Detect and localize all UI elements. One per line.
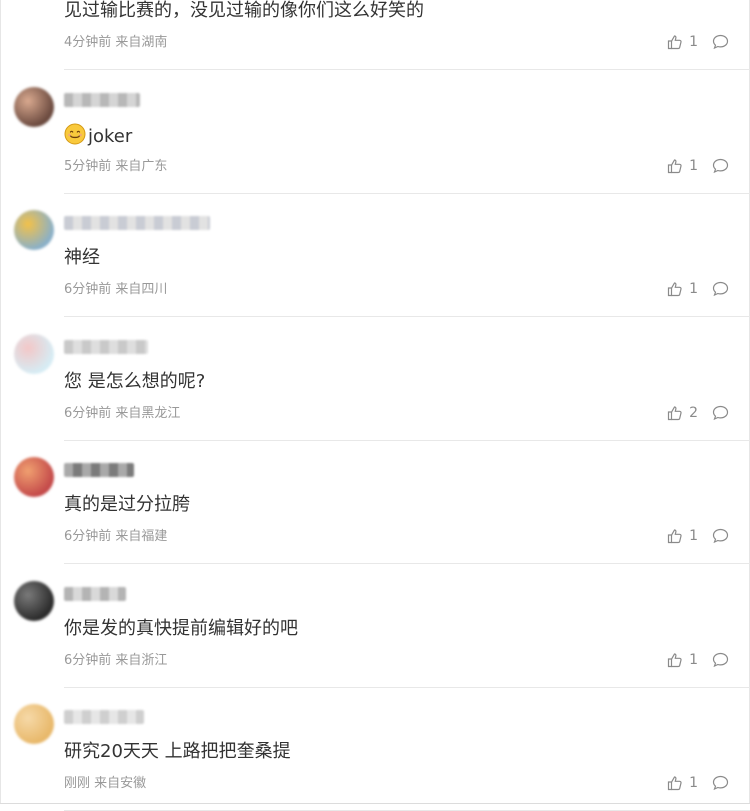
comment-meta: 5分钟前 来自广东 [64,159,167,175]
like-button[interactable]: 2 [667,403,698,423]
thumbs-up-icon [667,405,682,420]
avatar[interactable] [14,86,54,127]
comment-location: 来自湖南 [115,35,168,50]
avatar[interactable] [14,704,54,744]
like-count: 1 [689,157,698,174]
thumbs-up-icon [667,282,682,297]
comment-text-content: 真的是过分拉胯 [64,494,190,515]
like-count: 1 [689,34,698,50]
thumbs-up-icon [667,776,682,791]
thumbs-up-icon [667,35,682,50]
reply-button[interactable] [712,526,730,546]
thumbs-up-icon [667,529,682,544]
comment-text: joker [64,123,132,149]
like-count: 1 [689,281,698,297]
comment-text: 真的是过分拉胯 [64,493,190,517]
username-redacted[interactable] [64,92,140,107]
comment-item: 真的是过分拉胯 6分钟前 来自福建 1 [0,441,750,564]
comment-item: 神经 6分钟前 来自四川 1 [0,194,750,317]
comment-bubble-icon [712,281,729,297]
like-button[interactable]: 1 [667,279,698,299]
comment-bubble-icon [712,652,729,667]
comment-meta: 6分钟前 来自黑龙江 [64,406,180,422]
reply-button[interactable] [712,403,730,423]
avatar[interactable] [14,210,54,250]
thumbs-up-icon [667,652,682,667]
avatar[interactable] [14,333,54,374]
comment-text: 您 是怎么想的呢? [64,370,205,394]
like-count: 1 [689,775,698,791]
comment-item: 见过输比赛的，没见过输的像你们这么好笑的 4分钟前 来自湖南 1 [0,0,750,70]
comment-text-content: joker [88,125,133,147]
comment-item: 您 是怎么想的呢? 6分钟前 来自黑龙江 2 [0,318,750,441]
comment-meta: 刚刚 来自安徽 [64,776,146,792]
thumbs-up-icon [667,158,682,173]
comment-bubble-icon [712,158,729,173]
comment-time: 6分钟前 [64,529,112,544]
reply-button[interactable] [712,650,730,670]
username-redacted[interactable] [64,463,134,477]
comment-meta: 6分钟前 来自福建 [64,529,167,545]
comment-text: 研究20天天 上路把把奎桑提 [64,740,291,764]
comment-text: 神经 [64,246,100,270]
comment-location: 来自黑龙江 [115,405,181,421]
comment-time: 5分钟前 [64,158,112,174]
reply-button[interactable] [712,156,730,176]
reply-button[interactable] [712,773,730,793]
comment-location: 来自四川 [115,282,168,297]
username-redacted[interactable] [64,710,144,724]
like-count: 1 [689,651,698,668]
reply-button[interactable] [712,32,730,52]
like-button[interactable]: 1 [667,650,698,670]
comment-time: 刚刚 [64,776,91,791]
comment-text-content: 见过输比赛的，没见过输的像你们这么好笑的 [64,0,424,21]
comment-text: 你是发的真快提前编辑好的吧 [64,617,298,641]
comment-text-content: 研究20天天 上路把把奎桑提 [64,741,291,762]
comment-location: 来自福建 [115,529,168,544]
avatar[interactable] [14,580,54,621]
comment-bubble-icon [712,775,729,791]
comment-location: 来自安徽 [94,776,147,791]
comment-time: 6分钟前 [64,405,112,421]
comment-text-content: 您 是怎么想的呢? [64,370,206,392]
like-button[interactable]: 1 [667,156,698,176]
username-redacted[interactable] [64,339,148,354]
comment-text: 见过输比赛的，没见过输的像你们这么好笑的 [64,0,424,23]
comment-meta: 6分钟前 来自四川 [64,282,167,298]
comment-time: 4分钟前 [64,35,112,50]
like-button[interactable]: 1 [667,773,698,793]
like-count: 2 [689,404,698,421]
comment-time: 6分钟前 [64,282,112,297]
comment-meta: 6分钟前 来自浙江 [64,653,167,669]
comment-bubble-icon [712,34,729,50]
reply-button[interactable] [712,279,730,299]
like-button[interactable]: 1 [667,32,698,52]
comment-text-content: 你是发的真快提前编辑好的吧 [64,617,298,639]
avatar[interactable] [14,457,54,497]
username-redacted[interactable] [64,216,210,230]
like-count: 1 [689,528,698,544]
comment-bubble-icon [712,405,729,420]
username-redacted[interactable] [64,586,126,601]
comment-item: 研究20天天 上路把把奎桑提刚刚 来自安徽 1 [0,688,750,811]
comment-text-content: 神经 [64,247,100,268]
comment-bubble-icon [712,528,729,544]
comment-time: 6分钟前 [64,652,112,668]
like-button[interactable]: 1 [667,526,698,546]
smiling-face-emoji [64,123,86,144]
comment-meta: 4分钟前 来自湖南 [64,35,167,51]
comment-location: 来自广东 [115,158,168,174]
comment-item: 你是发的真快提前编辑好的吧 6分钟前 来自浙江 1 [0,565,750,688]
comment-location: 来自浙江 [115,652,168,668]
comment-item: joker 5分钟前 来自广东 1 [0,71,750,194]
